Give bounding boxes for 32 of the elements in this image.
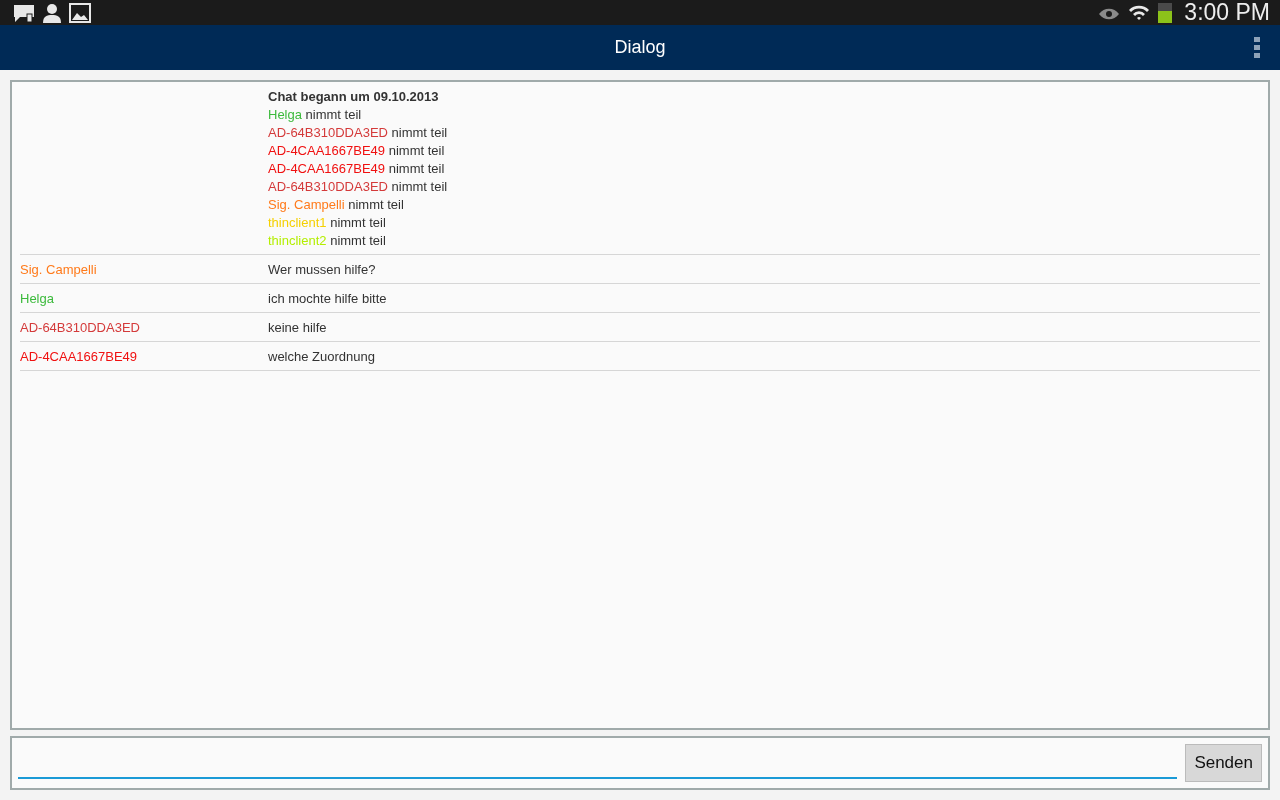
participant-name: AD-4CAA1667BE49 <box>268 143 386 158</box>
join-notice: nimmt teil <box>391 125 448 140</box>
join-notice: nimmt teil <box>330 215 386 230</box>
join-notice: nimmt teil <box>348 197 404 212</box>
join-notice: nimmt teil <box>305 107 362 122</box>
sender-name: AD-64B310DDA3ED <box>20 319 140 335</box>
participant-name: thinclient1 <box>268 215 327 230</box>
participant-name: AD-64B310DDA3ED <box>268 125 388 140</box>
chat-start-notice: Chat begann um 09.10.2013 <box>268 88 440 106</box>
participant-name: AD-64B310DDA3ED <box>268 179 388 194</box>
sender-name: Helga <box>20 290 54 306</box>
join-notice: nimmt teil <box>330 233 386 248</box>
message-text: Wer mussen hilfe? <box>268 261 376 277</box>
join-notice: nimmt teil <box>391 179 448 194</box>
participant-name: Helga <box>268 107 302 122</box>
screen-title: Dialog <box>614 37 666 58</box>
clock-time: 3:00 PM <box>1184 0 1270 26</box>
join-notice: nimmt teil <box>388 161 445 176</box>
message-text: ich mochte hilfe bitte <box>268 290 387 306</box>
message-text: welche Zuordnung <box>268 348 375 364</box>
person-icon <box>43 2 61 23</box>
overflow-menu-icon[interactable] <box>1254 37 1260 58</box>
join-notice: nimmt teil <box>388 143 445 158</box>
message-text: keine hilfe <box>268 319 327 335</box>
sender-name: Sig. Campelli <box>20 261 97 277</box>
image-icon <box>69 2 91 23</box>
participant-name: thinclient2 <box>268 233 327 248</box>
battery-icon <box>1158 2 1173 23</box>
participant-name: Sig. Campelli <box>268 197 345 212</box>
sender-name: AD-4CAA1667BE49 <box>20 348 138 364</box>
participant-name: AD-4CAA1667BE49 <box>268 161 386 176</box>
send-button[interactable]: Senden <box>1185 744 1262 782</box>
